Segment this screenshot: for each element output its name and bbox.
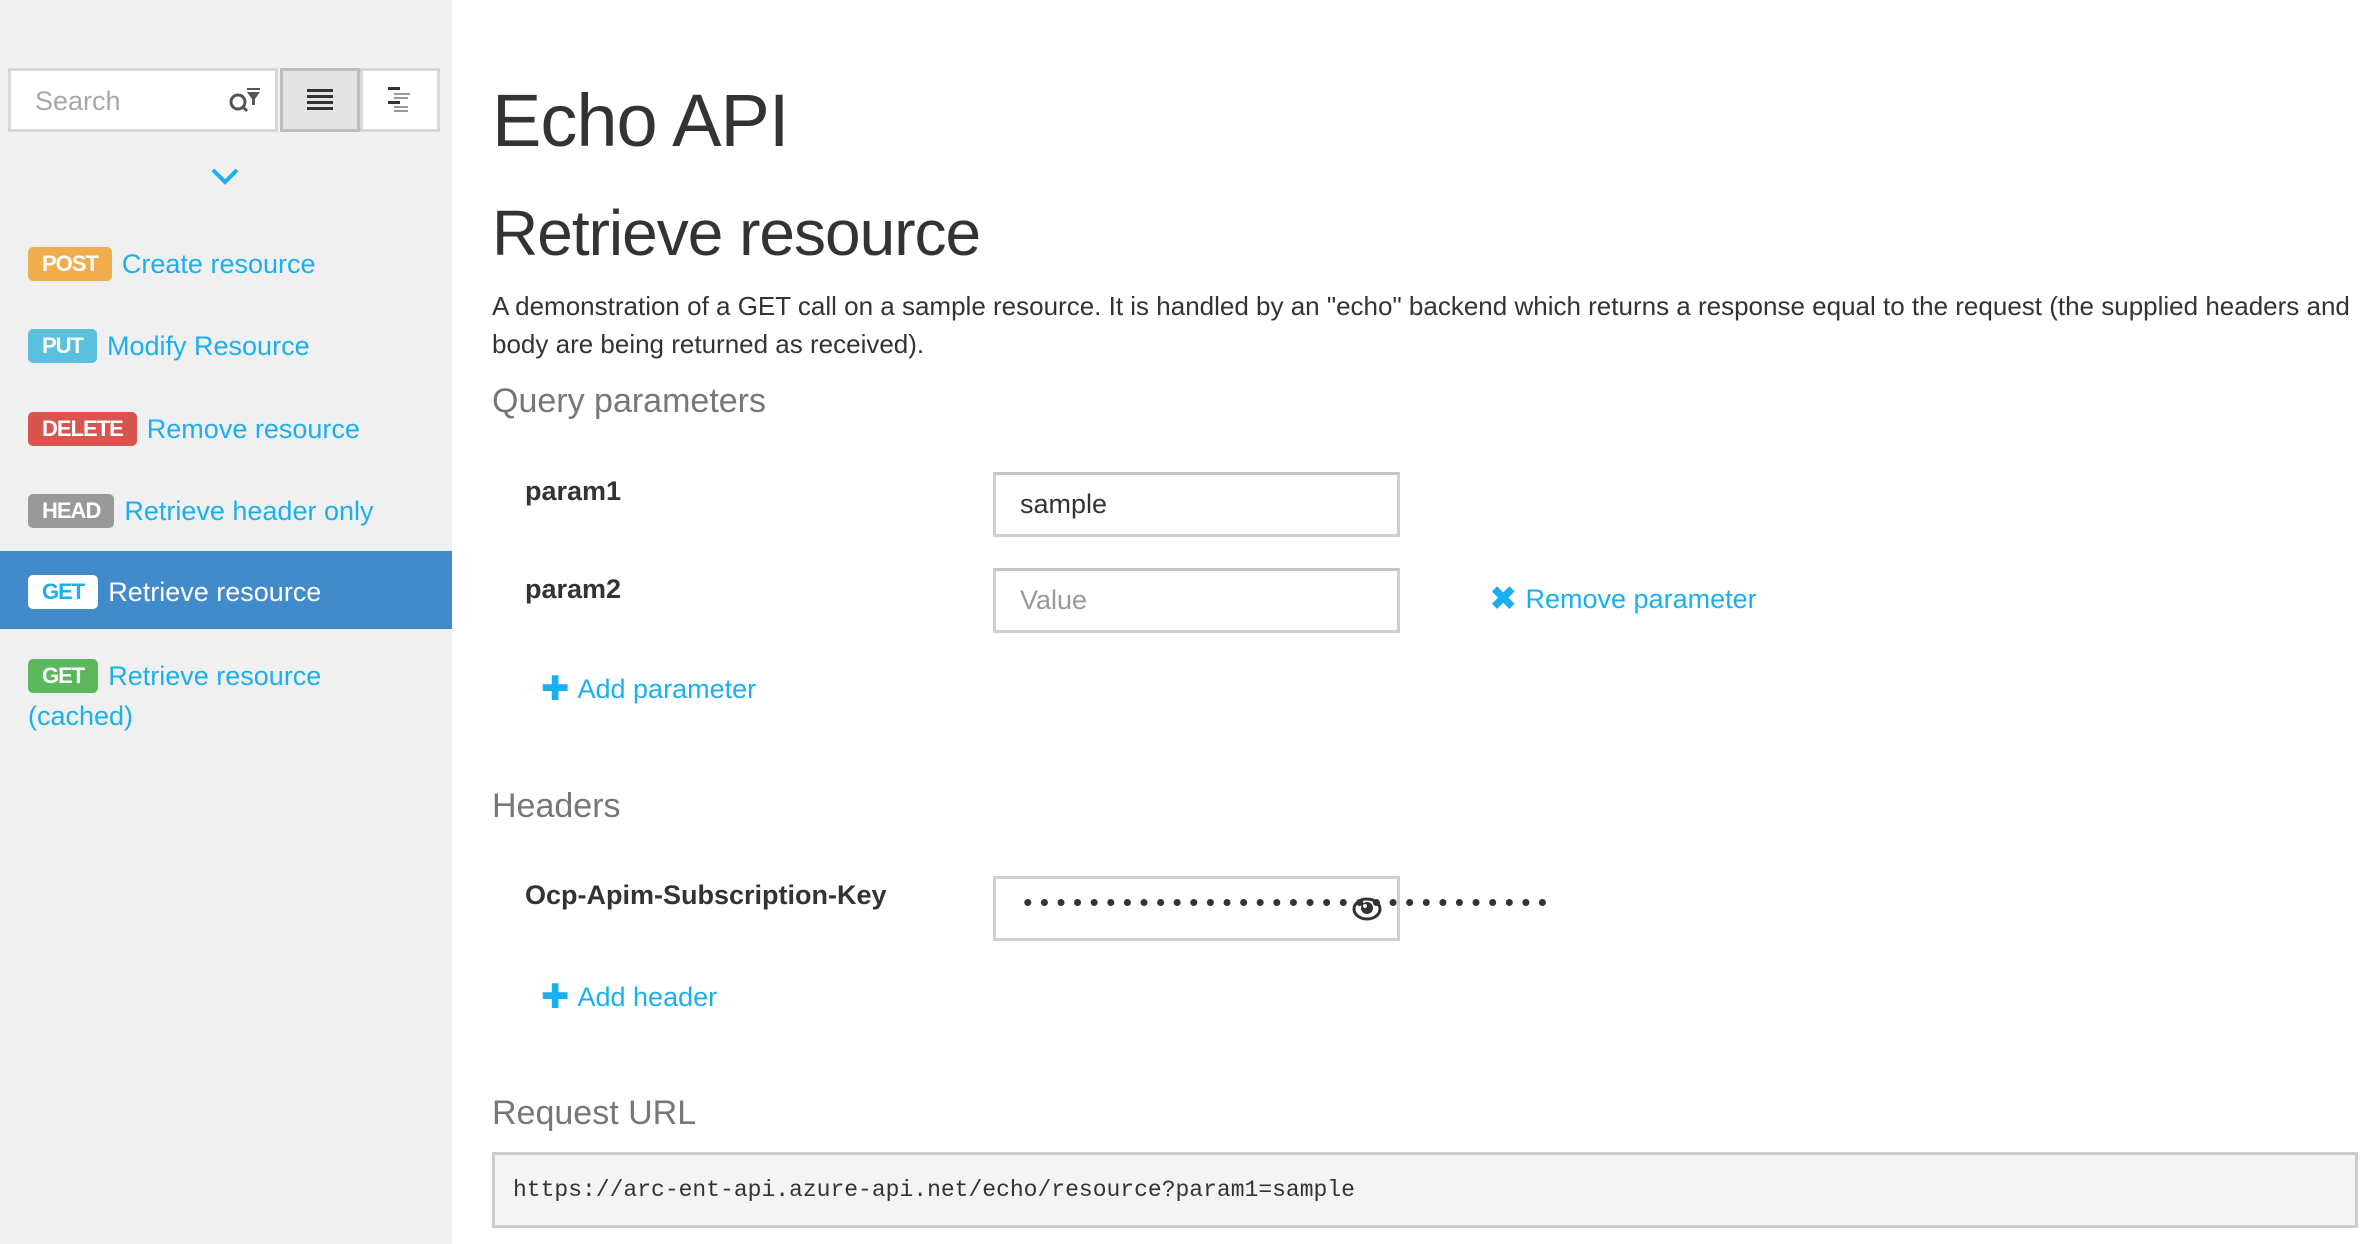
operation-label: Retrieve resource bbox=[108, 576, 322, 607]
search-filter-icon[interactable] bbox=[227, 85, 261, 115]
add-parameter-button[interactable]: ✚ Add parameter bbox=[541, 672, 756, 706]
list-view-icon bbox=[307, 89, 333, 110]
api-title: Echo API bbox=[492, 79, 789, 162]
operation-label: Retrieve header only bbox=[124, 495, 374, 526]
method-badge-get: GET bbox=[28, 574, 99, 609]
search-input[interactable] bbox=[11, 71, 237, 131]
method-badge-get: GET bbox=[28, 658, 99, 693]
param-name: param2 bbox=[525, 574, 622, 604]
header-name: Ocp-Apim-Subscription-Key bbox=[525, 880, 887, 910]
operation-description: A demonstration of a GET call on a sampl… bbox=[492, 291, 2350, 359]
subscription-key-input[interactable]: •••••••••••••••••••••••••••••••• bbox=[993, 876, 1550, 941]
sidebar-item-create-resource[interactable]: POST Create resource bbox=[0, 243, 452, 283]
add-header-label: Add header bbox=[577, 981, 718, 1012]
plus-icon: ✚ bbox=[541, 978, 570, 1016]
add-header-button[interactable]: ✚ Add header bbox=[541, 980, 717, 1014]
request-url-value: https://arc-ent-api.azure-api.net/echo/r… bbox=[492, 1152, 2358, 1228]
sidebar-item-retrieve-resource[interactable]: GET Retrieve resource bbox=[0, 551, 452, 629]
query-parameters-heading: Query parameters bbox=[492, 382, 766, 420]
masked-value: •••••••••••••••••••••••••••••••• bbox=[1020, 889, 1552, 919]
method-badge-put: PUT bbox=[28, 328, 97, 363]
operation-label: Remove resource bbox=[146, 413, 360, 444]
close-icon: ✖ bbox=[1489, 580, 1518, 618]
remove-parameter-button[interactable]: ✖ Remove parameter bbox=[1489, 582, 1757, 616]
sidebar-item-retrieve-resource-cached[interactable]: GET Retrieve resource (cached) bbox=[0, 655, 360, 735]
operation-label: Modify Resource bbox=[107, 330, 310, 361]
sidebar: POST Create resource PUT Modify Resource D… bbox=[0, 0, 452, 1244]
method-badge-delete: DELETE bbox=[28, 411, 137, 446]
plus-icon: ✚ bbox=[541, 670, 570, 708]
param2-value-input[interactable] bbox=[993, 568, 1400, 633]
sidebar-item-remove-resource[interactable]: DELETE Remove resource bbox=[0, 408, 452, 448]
method-badge-head: HEAD bbox=[28, 493, 115, 528]
param-name: param1 bbox=[525, 476, 622, 506]
headers-heading: Headers bbox=[492, 787, 621, 825]
method-badge-post: POST bbox=[28, 246, 112, 281]
tree-view-icon bbox=[388, 87, 410, 112]
tree-view-button[interactable] bbox=[360, 68, 440, 132]
operation-label: Create resource bbox=[121, 248, 316, 279]
chevron-down-icon[interactable] bbox=[210, 164, 240, 188]
operation-title: Retrieve resource bbox=[492, 197, 981, 269]
remove-parameter-label: Remove parameter bbox=[1525, 583, 1757, 614]
search-box bbox=[8, 68, 278, 132]
request-url-heading: Request URL bbox=[492, 1094, 697, 1132]
eye-icon[interactable] bbox=[1351, 893, 1383, 925]
list-view-button[interactable] bbox=[280, 68, 360, 132]
param1-value-input[interactable] bbox=[993, 472, 1400, 537]
add-parameter-label: Add parameter bbox=[577, 673, 757, 704]
sidebar-item-modify-resource[interactable]: PUT Modify Resource bbox=[0, 325, 452, 365]
sidebar-item-retrieve-header-only[interactable]: HEAD Retrieve header only bbox=[0, 490, 452, 530]
